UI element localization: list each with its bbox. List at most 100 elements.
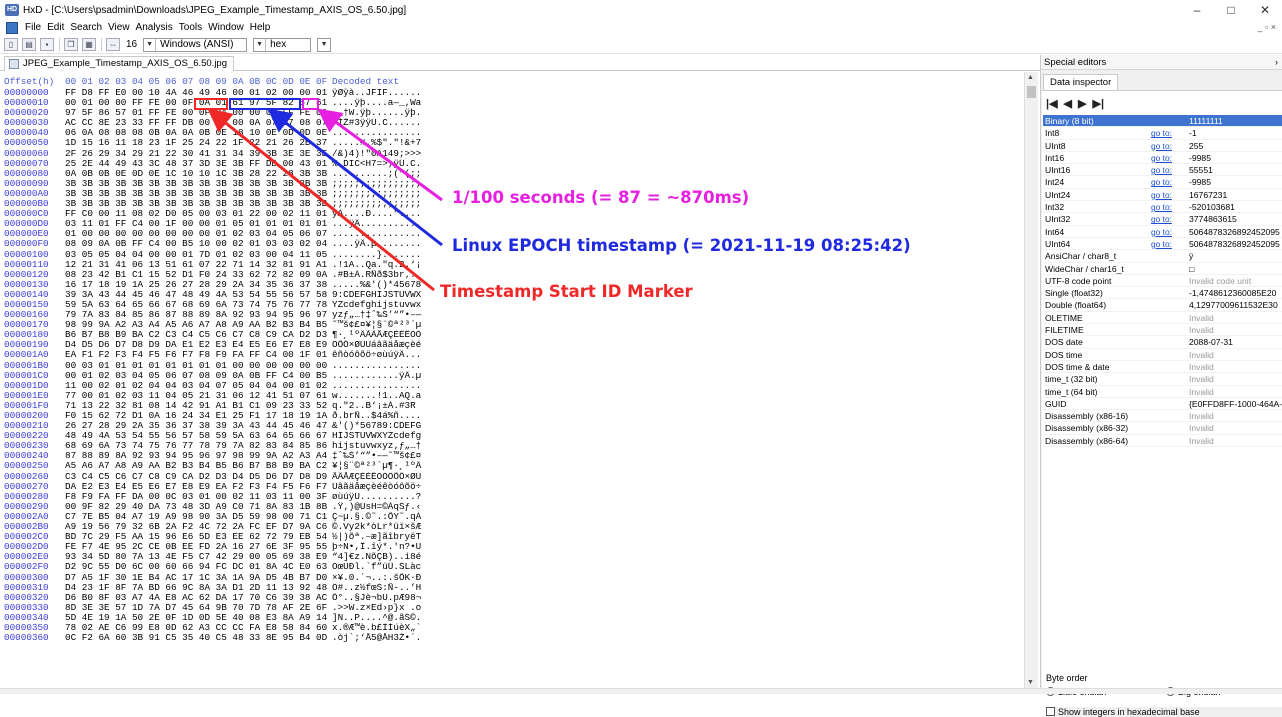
inspector-value[interactable]: Invalid: [1187, 361, 1282, 372]
inspector-value[interactable]: -520103681: [1187, 201, 1282, 212]
goto-link[interactable]: go to:: [1151, 201, 1187, 212]
inspector-value[interactable]: Invalid: [1187, 312, 1282, 323]
row-decoded-text[interactable]: êñòóôõö÷øùúÿÄ...: [332, 350, 452, 360]
goto-link[interactable]: go to:: [1151, 176, 1187, 187]
row-decoded-text[interactable]: ................: [332, 128, 452, 138]
row-decoded-text[interactable]: ....ÿÄ.µ........: [332, 239, 452, 249]
row-decoded-text[interactable]: .Ÿ‚)@ÚsH=©ÀqŠƒ.‹: [332, 502, 452, 512]
collapse-icon[interactable]: ›: [1275, 55, 1278, 70]
row-decoded-text[interactable]: Úâãäåæçèéêòóôõö÷: [332, 482, 452, 492]
row-decoded-text[interactable]: ....ÿþ....a—_‚Wa: [332, 98, 452, 108]
layout-icon[interactable]: ▦: [82, 38, 96, 51]
menu-analysis[interactable]: Analysis: [133, 20, 176, 36]
inspector-value[interactable]: 16767231: [1187, 189, 1282, 200]
inspector-row[interactable]: UTF-8 code point Invalid code unit: [1043, 275, 1282, 288]
mdi-controls[interactable]: _ ▫ ×: [1258, 22, 1276, 32]
inspector-value[interactable]: 11111111: [1187, 115, 1282, 127]
inspector-row[interactable]: GUID {E0FFD8FF-1000-464A-4946-00010: [1043, 398, 1282, 411]
row-decoded-text[interactable]: ........}.......: [332, 250, 452, 260]
scroll-thumb[interactable]: [1027, 86, 1036, 98]
scroll-down-icon[interactable]: ▼: [1027, 679, 1034, 686]
inspector-value[interactable]: Invalid: [1187, 422, 1282, 433]
scroll-up-icon[interactable]: ▲: [1027, 74, 1034, 81]
row-decoded-text[interactable]: .!1A..Qa."q.2.‘¡: [332, 260, 452, 270]
inspector-value[interactable]: Invalid code unit: [1187, 275, 1282, 286]
inspector-value[interactable]: □: [1187, 263, 1282, 274]
columns-icon[interactable]: ⇔: [106, 38, 120, 51]
inspector-value[interactable]: Invalid: [1187, 410, 1282, 421]
row-decoded-text[interactable]: .#B±Á.RÑð$3br‚..: [332, 270, 452, 280]
inspector-row[interactable]: Int16 go to: -9985: [1043, 152, 1282, 165]
hex-base-checkbox[interactable]: Show integers in hexadecimal base: [1046, 707, 1282, 717]
row-decoded-text[interactable]: .....#.%$"."!&+7: [332, 138, 452, 148]
bytes-per-row-field[interactable]: 16: [126, 39, 137, 50]
inspector-value[interactable]: ÿ: [1187, 250, 1282, 261]
menu-view[interactable]: View: [105, 20, 133, 36]
menu-search[interactable]: Search: [67, 20, 105, 36]
row-decoded-text[interactable]: w.......!1..AQ.a: [332, 391, 452, 401]
next-icon[interactable]: ▶: [1078, 97, 1086, 110]
menu-file[interactable]: File: [22, 20, 44, 36]
row-decoded-text[interactable]: —_†W.ÿþ......ÿþ.: [332, 108, 452, 118]
inspector-value[interactable]: Invalid: [1187, 349, 1282, 360]
row-decoded-text[interactable]: /&)4)!"0A149;>>>: [332, 149, 452, 159]
inspector-row[interactable]: Disassembly (x86-32) Invalid: [1043, 422, 1282, 435]
row-decoded-text[interactable]: ¥¦§¨©ª²³´µ¶·¸¹ºÂ: [332, 461, 452, 471]
copy-icon[interactable]: ❐: [64, 38, 78, 51]
menu-window[interactable]: Window: [205, 20, 247, 36]
last-icon[interactable]: ▶|: [1092, 97, 1104, 110]
row-decoded-text[interactable]: ÔÕÖ×ØÙÚáâãäåæçèé: [332, 340, 452, 350]
menu-tools[interactable]: Tools: [176, 20, 205, 36]
goto-link[interactable]: go to:: [1151, 226, 1187, 237]
open-folder-icon[interactable]: ▤: [22, 38, 36, 51]
row-decoded-text[interactable]: ½|)õª.–æ]ãîbryëT: [332, 532, 452, 542]
new-file-icon[interactable]: ▯: [4, 38, 18, 51]
inspector-row[interactable]: DOS time & date Invalid: [1043, 361, 1282, 374]
inspector-row[interactable]: FILETIME Invalid: [1043, 324, 1282, 337]
goto-link[interactable]: go to:: [1151, 152, 1187, 163]
row-decoded-text[interactable]: ¬ÌŽ#3ÿÿÛ.C......: [332, 118, 452, 128]
row-hex-bytes[interactable]: D2 9C 55 D0 6C 00 60 66 94 FC DC 01 8A 4…: [65, 562, 327, 572]
row-decoded-text[interactable]: ÒœUÐl.`f”üÜ.ŠLàc: [332, 562, 452, 572]
prev-icon[interactable]: ◀: [1064, 97, 1072, 110]
row-decoded-text[interactable]: ;;;;;;;;;;;;;;;;: [332, 189, 452, 199]
row-decoded-text[interactable]: ©.Vy2k*òLr*üï×šÆ: [332, 522, 452, 532]
row-decoded-text[interactable]: ..........;("(;;: [332, 169, 452, 179]
inspector-row[interactable]: UInt24 go to: 16767231: [1043, 189, 1282, 202]
inspector-row[interactable]: time_t (32 bit) Invalid: [1043, 373, 1282, 386]
row-decoded-text[interactable]: ................: [332, 381, 452, 391]
row-decoded-text[interactable]: ...ÿÄ...........: [332, 219, 452, 229]
goto-link[interactable]: go to:: [1151, 189, 1187, 200]
inspector-value[interactable]: -9985: [1187, 176, 1282, 187]
inspector-row[interactable]: Int24 go to: -9985: [1043, 176, 1282, 189]
inspector-value[interactable]: 5064878326892452095: [1187, 226, 1282, 237]
row-decoded-text[interactable]: ÃÄÅÆÇÈÉÊÒÓÔÕÖ×ØÙ: [332, 472, 452, 482]
row-decoded-text[interactable]: ð.brÑ..$4á%ñ....: [332, 411, 452, 421]
inspector-value[interactable]: 5064878326892452095: [1187, 238, 1282, 249]
goto-link[interactable]: go to:: [1151, 127, 1187, 138]
row-decoded-text[interactable]: .....%&'()*45678: [332, 280, 452, 290]
inspector-value[interactable]: Invalid: [1187, 373, 1282, 384]
row-decoded-text[interactable]: ................: [332, 361, 452, 371]
goto-link[interactable]: go to:: [1151, 213, 1187, 224]
row-decoded-text[interactable]: ÿØÿà..JFIF......: [332, 88, 452, 98]
inspector-value[interactable]: 255: [1187, 140, 1282, 151]
row-decoded-text[interactable]: “4]€z.NõÇB)..i8é: [332, 552, 452, 562]
inspector-row[interactable]: Double (float64) 4,12977009611532E30: [1043, 299, 1282, 312]
first-icon[interactable]: |◀: [1046, 97, 1058, 110]
row-decoded-text[interactable]: ]N..P....^@.ãŠ©.: [332, 613, 452, 623]
row-decoded-text[interactable]: ;;;;;;;;;;;;;;;;: [332, 179, 452, 189]
extra-dropdown[interactable]: ▼: [317, 37, 332, 52]
inspector-value[interactable]: 2088-07-31: [1187, 336, 1282, 347]
inspector-value[interactable]: 3774863615: [1187, 213, 1282, 224]
row-decoded-text[interactable]: Ç~µ.§.©˜.:ÕY˜.qÁ: [332, 512, 452, 522]
row-decoded-text[interactable]: ¶·¸¹ºÂÃÄÅÆÇÈÉÊÒÓ: [332, 330, 452, 340]
goto-link[interactable]: go to:: [1151, 164, 1187, 175]
inspector-row[interactable]: UInt8 go to: 255: [1043, 140, 1282, 152]
menu-edit[interactable]: Edit: [44, 20, 67, 36]
row-decoded-text[interactable]: Ô#..z½fœŠ:Ñ-..’H: [332, 583, 452, 593]
row-decoded-text[interactable]: .>>W.z×Ed›p}x¯.o: [332, 603, 452, 613]
maximize-button[interactable]: □: [1214, 0, 1248, 20]
inspector-value[interactable]: Invalid: [1187, 386, 1282, 397]
row-decoded-text[interactable]: ............ÿÄ.µ: [332, 371, 452, 381]
